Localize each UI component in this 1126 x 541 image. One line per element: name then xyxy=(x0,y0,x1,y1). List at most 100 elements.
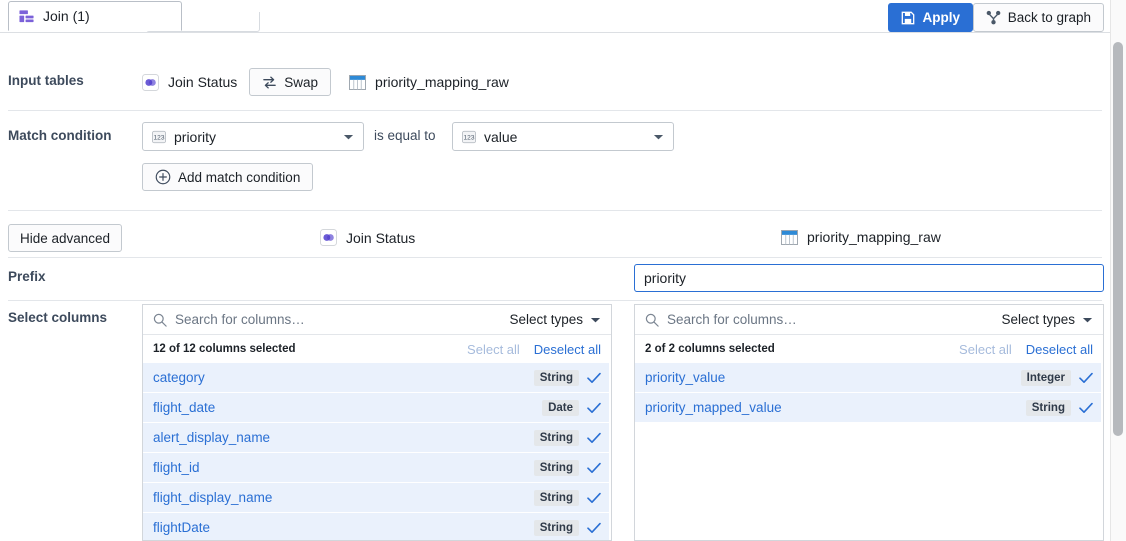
table-icon xyxy=(349,74,366,90)
input-table-left[interactable]: Join Status xyxy=(142,73,237,91)
select-columns-divider xyxy=(8,300,1102,301)
advanced-right-panel-title: priority_mapping_raw xyxy=(781,229,941,245)
column-type-badge: Date xyxy=(542,399,579,416)
page-scrollbar-thumb[interactable] xyxy=(1113,42,1123,436)
column-name: priority_value xyxy=(645,370,726,385)
left-columns-count: 12 of 12 columns selected xyxy=(153,343,296,355)
check-icon[interactable] xyxy=(587,432,601,444)
page-scrollbar-track[interactable] xyxy=(1110,0,1126,541)
list-item[interactable]: flightDate String xyxy=(143,513,609,540)
check-icon[interactable] xyxy=(587,372,601,384)
left-select-all-link[interactable]: Select all xyxy=(467,342,520,357)
left-deselect-all-link[interactable]: Deselect all xyxy=(534,342,601,357)
swap-button[interactable]: Swap xyxy=(249,68,332,96)
prefix-divider xyxy=(8,257,1102,258)
top-bar: Join (1) Apply Back to graph xyxy=(0,0,1110,33)
column-type-badge: Integer xyxy=(1020,369,1071,386)
apply-button-label: Apply xyxy=(922,10,960,25)
chevron-down-icon xyxy=(590,316,601,324)
input-tables-label: Input tables xyxy=(8,73,84,88)
back-to-graph-label: Back to graph xyxy=(1007,10,1091,25)
column-type-badge: String xyxy=(533,519,579,536)
column-name: alert_display_name xyxy=(153,430,271,445)
chevron-down-icon xyxy=(653,133,664,141)
back-to-graph-button[interactable]: Back to graph xyxy=(972,3,1104,32)
right-columns-search-input[interactable]: Search for columns… xyxy=(667,312,993,327)
add-match-condition-label: Add match condition xyxy=(178,169,301,185)
check-icon[interactable] xyxy=(587,522,601,534)
tab-join-1[interactable]: Join (1) xyxy=(8,1,182,31)
apply-button[interactable]: Apply xyxy=(888,3,973,32)
match-left-column-value: priority xyxy=(174,128,217,145)
check-icon[interactable] xyxy=(1079,402,1093,414)
search-icon xyxy=(153,313,167,327)
list-item[interactable]: flight_display_name String xyxy=(143,483,609,513)
hide-advanced-button[interactable]: Hide advanced xyxy=(8,224,123,252)
list-item[interactable]: alert_display_name String xyxy=(143,423,609,453)
list-item[interactable]: flight_date Date xyxy=(143,393,609,423)
swap-button-label: Swap xyxy=(284,74,319,90)
input-table-right-name: priority_mapping_raw xyxy=(375,74,509,90)
check-icon[interactable] xyxy=(587,492,601,504)
list-item[interactable]: priority_value Integer xyxy=(635,363,1101,393)
right-columns-list[interactable]: priority_value Integer priority_mapped_v… xyxy=(635,363,1103,540)
right-columns-count: 2 of 2 columns selected xyxy=(645,343,775,355)
column-name: priority_mapped_value xyxy=(645,400,782,415)
join-status-icon xyxy=(142,73,159,91)
column-type-badge: String xyxy=(1025,399,1071,416)
advanced-left-panel-title-text: Join Status xyxy=(346,229,416,246)
svg-text:123: 123 xyxy=(464,134,475,141)
left-columns-search-row[interactable]: Search for columns… Select types xyxy=(143,305,611,335)
add-match-condition-button[interactable]: Add match condition xyxy=(142,163,314,191)
graph-branch-icon xyxy=(986,10,1001,25)
list-item[interactable]: priority_mapped_value String xyxy=(635,393,1101,423)
advanced-divider xyxy=(8,210,1102,211)
save-disk-icon xyxy=(901,11,915,25)
search-icon xyxy=(645,313,659,327)
match-left-column-select[interactable]: 123 priority xyxy=(142,122,364,151)
list-item[interactable]: flight_id String xyxy=(143,453,609,483)
right-select-types-label: Select types xyxy=(1001,312,1075,327)
left-select-types-label: Select types xyxy=(509,312,583,327)
advanced-left-panel-title: Join Status xyxy=(320,229,415,246)
left-columns-meta: 12 of 12 columns selected Select all Des… xyxy=(143,335,611,363)
list-item[interactable]: category String xyxy=(143,363,609,393)
prefix-input[interactable] xyxy=(634,264,1104,292)
left-columns-list[interactable]: category String flight_date Date alert_d… xyxy=(143,363,611,540)
input-table-right[interactable]: priority_mapping_raw xyxy=(349,74,509,90)
join-grid-icon xyxy=(19,9,34,24)
svg-text:123: 123 xyxy=(154,134,165,141)
column-name: flight_date xyxy=(153,400,216,415)
right-columns-search-row[interactable]: Search for columns… Select types xyxy=(635,305,1103,335)
right-select-all-link[interactable]: Select all xyxy=(959,342,1012,357)
left-select-types-dropdown[interactable]: Select types xyxy=(509,312,601,327)
column-type-badge: String xyxy=(533,489,579,506)
swap-arrows-icon xyxy=(262,75,277,90)
check-icon[interactable] xyxy=(1079,372,1093,384)
left-columns-search-input[interactable]: Search for columns… xyxy=(175,312,501,327)
join-status-icon xyxy=(320,229,337,246)
column-name: flightDate xyxy=(153,520,211,535)
select-columns-label: Select columns xyxy=(8,310,108,325)
right-columns-meta: 2 of 2 columns selected Select all Desel… xyxy=(635,335,1103,363)
right-columns-panel: Search for columns… Select types 2 of 2 … xyxy=(634,304,1104,541)
column-name: flight_display_name xyxy=(153,490,273,505)
topbar-divider xyxy=(0,32,1110,33)
column-name: flight_id xyxy=(153,460,200,475)
right-select-types-dropdown[interactable]: Select types xyxy=(1001,312,1093,327)
column-type-badge: String xyxy=(533,429,579,446)
right-deselect-all-link[interactable]: Deselect all xyxy=(1026,342,1093,357)
left-columns-panel: Search for columns… Select types 12 of 1… xyxy=(142,304,612,541)
match-right-column-value: value xyxy=(484,128,518,145)
input-tables-row: Join Status Swap priority_mapping_raw xyxy=(142,68,509,96)
chevron-down-icon xyxy=(343,133,354,141)
check-icon[interactable] xyxy=(587,402,601,414)
check-icon[interactable] xyxy=(587,462,601,474)
numeric-123-icon: 123 xyxy=(462,130,476,144)
numeric-123-icon: 123 xyxy=(152,130,166,144)
prefix-label: Prefix xyxy=(8,269,46,284)
tab-join-1-label: Join (1) xyxy=(43,8,90,24)
column-name: category xyxy=(153,370,205,385)
plus-circle-icon xyxy=(155,169,171,185)
match-right-column-select[interactable]: 123 value xyxy=(452,122,674,151)
